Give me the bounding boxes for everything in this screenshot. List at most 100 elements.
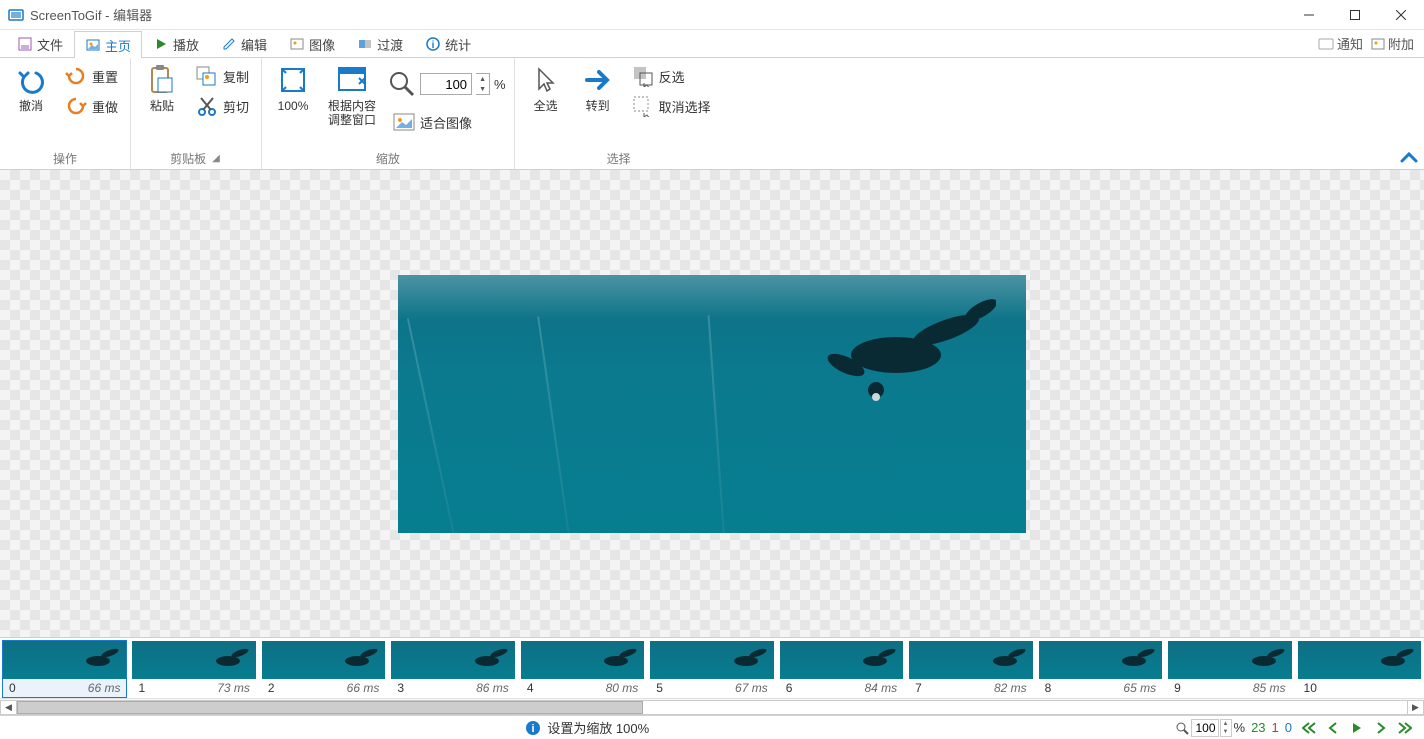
nav-prev-button[interactable] [1322,719,1344,737]
frame-duration: 82 ms [994,681,1027,695]
extra-button[interactable]: 附加 [1371,34,1414,53]
status-zoom-input[interactable] [1191,719,1219,737]
cut-button[interactable]: 剪切 [191,92,253,120]
undo-button[interactable]: 撤消 [8,62,54,115]
maximize-button[interactable] [1332,0,1378,30]
tab-image[interactable]: 图像 [278,30,346,57]
paste-icon [146,64,178,96]
frame-item[interactable]: 1 73 ms [131,640,256,698]
frame-count-clipboard: 0 [1285,720,1292,735]
frame-item[interactable]: 782 ms [908,640,1033,698]
tab-stats[interactable]: i 统计 [414,30,482,57]
frame-index: 10 [1304,681,1317,695]
scroll-left-button[interactable]: ◀ [0,700,17,715]
tab-label: 文件 [37,35,63,54]
fit-content-button[interactable]: 根据内容 调整窗口 [322,62,382,130]
fit-image-button[interactable]: 适合图像 [388,108,506,136]
fit-content-label: 根据内容 调整窗口 [328,99,376,128]
frame-item[interactable]: 480 ms [520,640,645,698]
frame-duration: 66 ms [88,681,121,695]
cursor-icon [530,64,562,96]
tab-transition[interactable]: 过渡 [346,30,414,57]
close-button[interactable] [1378,0,1424,30]
frame-item[interactable]: 567 ms [649,640,774,698]
group-label: 选择 [607,148,631,167]
frame-duration: 86 ms [476,681,509,695]
notification-icon [1318,38,1334,50]
group-operations: 撤消 重置 重做 操作 [0,58,131,169]
dialog-launcher-icon[interactable]: ◢ [210,153,222,164]
frames-scrollbar[interactable]: ◀ ▶ [0,698,1424,715]
select-all-label: 全选 [534,99,558,113]
frame-duration: 80 ms [606,681,639,695]
frame-index: 1 [138,681,145,695]
tab-label: 过渡 [377,35,403,54]
tab-play[interactable]: 播放 [142,30,210,57]
canvas-area[interactable] [0,170,1424,637]
frame-item[interactable]: 10 [1297,640,1422,698]
magnifier-icon [388,70,416,98]
frame-item[interactable]: 3 86 ms [390,640,515,698]
select-all-button[interactable]: 全选 [523,62,569,115]
tab-file[interactable]: 文件 [6,30,74,57]
tab-edit[interactable]: 编辑 [210,30,278,57]
minimize-button[interactable] [1286,0,1332,30]
notification-button[interactable]: 通知 [1318,34,1363,53]
paste-label: 粘贴 [150,99,174,113]
frame-thumbnail [262,641,385,679]
frame-thumbnail [1298,641,1421,679]
info-icon: i [525,720,541,736]
status-zoom-spinner[interactable]: ▲▼ [1220,719,1232,737]
invert-button[interactable]: 反选 [627,62,715,90]
frames-list[interactable]: 066 ms173 ms266 ms386 ms480 ms567 ms684 … [0,638,1424,698]
status-message: 设置为缩放 100% [547,718,649,737]
goto-button[interactable]: 转到 [575,62,621,115]
tab-label: 图像 [309,35,335,54]
zoom-spinner[interactable]: ▲▼ [476,73,490,95]
frame-index: 2 [268,681,275,695]
redo-button[interactable]: 重做 [60,92,122,120]
zoom-input[interactable] [420,73,472,95]
frame-duration: 85 ms [1253,681,1286,695]
zoom-100-button[interactable]: 100% [270,62,316,115]
frame-thumbnail [132,641,255,679]
ribbon-collapse-button[interactable] [1400,151,1418,165]
undo-icon [15,64,47,96]
frame-index: 9 [1174,681,1181,695]
transition-icon [357,36,373,52]
copy-button[interactable]: 复制 [191,62,253,90]
scrollbar-thumb[interactable] [17,701,643,714]
nav-next-button[interactable] [1370,719,1392,737]
frame-item[interactable]: 066 ms [2,640,127,698]
frame-item[interactable]: 266 ms [261,640,386,698]
notify-label: 通知 [1337,34,1363,53]
save-icon [17,36,33,52]
frame-item[interactable]: 9 85 ms [1167,640,1292,698]
frame-item[interactable]: 865 ms [1038,640,1163,698]
frame-count-total: 23 [1251,720,1265,735]
picture-icon [289,36,305,52]
copy-label: 复制 [223,67,249,86]
goto-label: 转到 [586,99,610,113]
paste-button[interactable]: 粘贴 [139,62,185,115]
nav-play-button[interactable] [1346,719,1368,737]
nav-first-button[interactable] [1298,719,1320,737]
status-zoom-control[interactable]: ▲▼ % [1175,719,1246,737]
tab-home[interactable]: 主页 [74,31,142,58]
frame-thumbnail [780,641,903,679]
frame-index: 6 [786,681,793,695]
frame-index: 3 [397,681,404,695]
invert-label: 反选 [659,67,685,86]
frame-duration: 67 ms [735,681,768,695]
pencil-icon [221,36,237,52]
frame-item[interactable]: 684 ms [779,640,904,698]
group-label: 缩放 [376,148,400,167]
reset-button[interactable]: 重置 [60,62,122,90]
frame-duration: 73 ms [217,681,250,695]
app-icon [8,7,24,23]
nav-last-button[interactable] [1394,719,1416,737]
deselect-button[interactable]: 取消选择 [627,92,715,120]
svg-text:i: i [432,40,435,51]
scroll-right-button[interactable]: ▶ [1407,700,1424,715]
invert-icon [631,64,655,88]
